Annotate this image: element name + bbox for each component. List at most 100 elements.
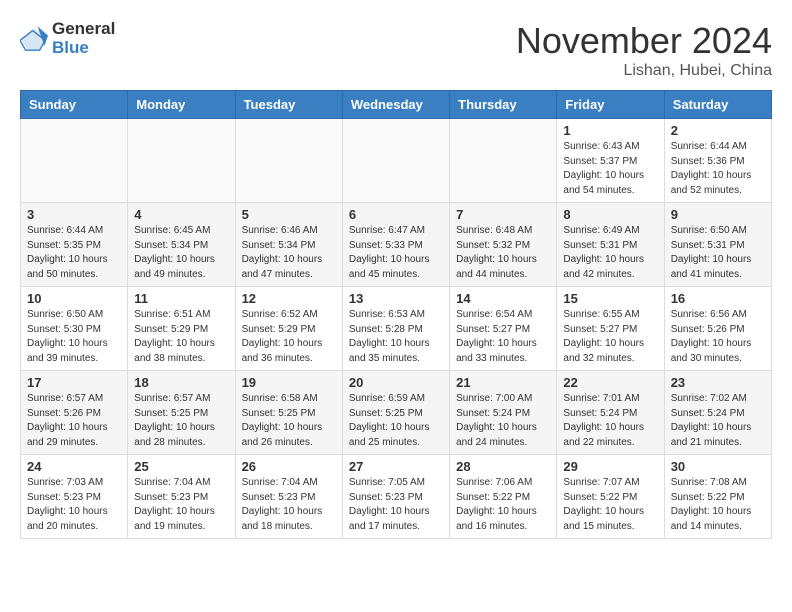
- col-header-saturday: Saturday: [664, 91, 771, 119]
- day-info: Sunrise: 6:57 AMSunset: 5:26 PMDaylight:…: [27, 392, 121, 450]
- day-info: Sunrise: 6:44 AMSunset: 5:35 PMDaylight:…: [27, 224, 121, 282]
- day-info: Sunrise: 7:02 AMSunset: 5:24 PMDaylight:…: [671, 392, 765, 450]
- calendar-cell: 5 Sunrise: 6:46 AMSunset: 5:34 PMDaylight…: [235, 203, 342, 287]
- day-number: 26: [242, 459, 336, 474]
- day-info: Sunrise: 7:04 AMSunset: 5:23 PMDaylight:…: [242, 476, 336, 534]
- day-info: Sunrise: 7:03 AMSunset: 5:23 PMDaylight:…: [27, 476, 121, 534]
- day-number: 1: [563, 123, 657, 138]
- day-number: 19: [242, 375, 336, 390]
- day-number: 29: [563, 459, 657, 474]
- location: Lishan, Hubei, China: [516, 62, 772, 80]
- calendar-cell: 9 Sunrise: 6:50 AMSunset: 5:31 PMDaylight…: [664, 203, 771, 287]
- calendar-cell: 17 Sunrise: 6:57 AMSunset: 5:26 PMDayligh…: [21, 371, 128, 455]
- calendar-cell: [21, 119, 128, 203]
- day-number: 14: [456, 291, 550, 306]
- calendar-cell: 22 Sunrise: 7:01 AMSunset: 5:24 PMDayligh…: [557, 371, 664, 455]
- col-header-friday: Friday: [557, 91, 664, 119]
- day-number: 22: [563, 375, 657, 390]
- calendar-cell: 4 Sunrise: 6:45 AMSunset: 5:34 PMDaylight…: [128, 203, 235, 287]
- day-info: Sunrise: 7:08 AMSunset: 5:22 PMDaylight:…: [671, 476, 765, 534]
- logo-icon: [20, 25, 48, 53]
- day-number: 17: [27, 375, 121, 390]
- day-number: 7: [456, 207, 550, 222]
- day-info: Sunrise: 6:47 AMSunset: 5:33 PMDaylight:…: [349, 224, 443, 282]
- day-info: Sunrise: 6:59 AMSunset: 5:25 PMDaylight:…: [349, 392, 443, 450]
- day-info: Sunrise: 7:07 AMSunset: 5:22 PMDaylight:…: [563, 476, 657, 534]
- calendar-cell: 18Sunrise: 6:57 AMSunset: 5:25 PMDayligh…: [128, 371, 235, 455]
- calendar-week-2: 3 Sunrise: 6:44 AMSunset: 5:35 PMDaylight…: [21, 203, 772, 287]
- logo-blue: Blue: [52, 39, 115, 58]
- day-number: 27: [349, 459, 443, 474]
- day-info: Sunrise: 6:54 AMSunset: 5:27 PMDaylight:…: [456, 308, 550, 366]
- calendar-cell: 27 Sunrise: 7:05 AMSunset: 5:23 PMDayligh…: [342, 455, 449, 539]
- calendar-cell: 21Sunrise: 7:00 AMSunset: 5:24 PMDayligh…: [450, 371, 557, 455]
- col-header-tuesday: Tuesday: [235, 91, 342, 119]
- calendar-cell: 2 Sunrise: 6:44 AMSunset: 5:36 PMDaylight…: [664, 119, 771, 203]
- calendar-cell: 26 Sunrise: 7:04 AMSunset: 5:23 PMDayligh…: [235, 455, 342, 539]
- calendar-week-4: 17 Sunrise: 6:57 AMSunset: 5:26 PMDayligh…: [21, 371, 772, 455]
- col-header-sunday: Sunday: [21, 91, 128, 119]
- day-number: 6: [349, 207, 443, 222]
- calendar-cell: 6 Sunrise: 6:47 AMSunset: 5:33 PMDaylight…: [342, 203, 449, 287]
- day-info: Sunrise: 6:51 AMSunset: 5:29 PMDaylight:…: [134, 308, 228, 366]
- day-number: 2: [671, 123, 765, 138]
- calendar-cell: [450, 119, 557, 203]
- day-info: Sunrise: 6:57 AMSunset: 5:25 PMDaylight:…: [134, 392, 228, 450]
- day-info: Sunrise: 6:46 AMSunset: 5:34 PMDaylight:…: [242, 224, 336, 282]
- calendar-cell: 11Sunrise: 6:51 AMSunset: 5:29 PMDayligh…: [128, 287, 235, 371]
- day-number: 5: [242, 207, 336, 222]
- calendar-cell: 25Sunrise: 7:04 AMSunset: 5:23 PMDayligh…: [128, 455, 235, 539]
- calendar-cell: 1 Sunrise: 6:43 AMSunset: 5:37 PMDaylight…: [557, 119, 664, 203]
- logo-general: General: [52, 20, 115, 39]
- day-info: Sunrise: 6:55 AMSunset: 5:27 PMDaylight:…: [563, 308, 657, 366]
- day-info: Sunrise: 6:43 AMSunset: 5:37 PMDaylight:…: [563, 140, 657, 198]
- day-number: 9: [671, 207, 765, 222]
- calendar-cell: 7 Sunrise: 6:48 AMSunset: 5:32 PMDaylight…: [450, 203, 557, 287]
- day-number: 28: [456, 459, 550, 474]
- calendar-table: SundayMondayTuesdayWednesdayThursdayFrid…: [20, 90, 772, 539]
- calendar-cell: 19 Sunrise: 6:58 AMSunset: 5:25 PMDayligh…: [235, 371, 342, 455]
- day-info: Sunrise: 6:49 AMSunset: 5:31 PMDaylight:…: [563, 224, 657, 282]
- day-number: 16: [671, 291, 765, 306]
- day-number: 15: [563, 291, 657, 306]
- day-info: Sunrise: 6:50 AMSunset: 5:30 PMDaylight:…: [27, 308, 121, 366]
- day-number: 10: [27, 291, 121, 306]
- page-header: General Blue November 2024 Lishan, Hubei…: [20, 20, 772, 80]
- day-info: Sunrise: 7:01 AMSunset: 5:24 PMDaylight:…: [563, 392, 657, 450]
- day-number: 12: [242, 291, 336, 306]
- calendar-cell: [342, 119, 449, 203]
- calendar-cell: [128, 119, 235, 203]
- day-info: Sunrise: 6:50 AMSunset: 5:31 PMDaylight:…: [671, 224, 765, 282]
- title-block: November 2024 Lishan, Hubei, China: [516, 20, 772, 80]
- day-number: 30: [671, 459, 765, 474]
- day-info: Sunrise: 6:53 AMSunset: 5:28 PMDaylight:…: [349, 308, 443, 366]
- calendar-cell: 16 Sunrise: 6:56 AMSunset: 5:26 PMDayligh…: [664, 287, 771, 371]
- calendar-cell: 3 Sunrise: 6:44 AMSunset: 5:35 PMDaylight…: [21, 203, 128, 287]
- day-info: Sunrise: 6:58 AMSunset: 5:25 PMDaylight:…: [242, 392, 336, 450]
- calendar-cell: 12 Sunrise: 6:52 AMSunset: 5:29 PMDayligh…: [235, 287, 342, 371]
- day-number: 3: [27, 207, 121, 222]
- calendar-cell: 30 Sunrise: 7:08 AMSunset: 5:22 PMDayligh…: [664, 455, 771, 539]
- day-info: Sunrise: 6:48 AMSunset: 5:32 PMDaylight:…: [456, 224, 550, 282]
- logo: General Blue: [20, 20, 115, 57]
- day-info: Sunrise: 7:05 AMSunset: 5:23 PMDaylight:…: [349, 476, 443, 534]
- col-header-wednesday: Wednesday: [342, 91, 449, 119]
- day-info: Sunrise: 6:44 AMSunset: 5:36 PMDaylight:…: [671, 140, 765, 198]
- calendar-week-5: 24 Sunrise: 7:03 AMSunset: 5:23 PMDayligh…: [21, 455, 772, 539]
- calendar-week-1: 1 Sunrise: 6:43 AMSunset: 5:37 PMDaylight…: [21, 119, 772, 203]
- calendar-cell: 23Sunrise: 7:02 AMSunset: 5:24 PMDayligh…: [664, 371, 771, 455]
- day-info: Sunrise: 7:00 AMSunset: 5:24 PMDaylight:…: [456, 392, 550, 450]
- day-info: Sunrise: 6:45 AMSunset: 5:34 PMDaylight:…: [134, 224, 228, 282]
- day-number: 4: [134, 207, 228, 222]
- day-info: Sunrise: 6:56 AMSunset: 5:26 PMDaylight:…: [671, 308, 765, 366]
- day-info: Sunrise: 6:52 AMSunset: 5:29 PMDaylight:…: [242, 308, 336, 366]
- calendar-cell: 8Sunrise: 6:49 AMSunset: 5:31 PMDaylight…: [557, 203, 664, 287]
- calendar-cell: 29 Sunrise: 7:07 AMSunset: 5:22 PMDayligh…: [557, 455, 664, 539]
- month-title: November 2024: [516, 20, 772, 62]
- day-number: 24: [27, 459, 121, 474]
- calendar-cell: 20Sunrise: 6:59 AMSunset: 5:25 PMDayligh…: [342, 371, 449, 455]
- calendar-cell: 28Sunrise: 7:06 AMSunset: 5:22 PMDayligh…: [450, 455, 557, 539]
- day-info: Sunrise: 7:04 AMSunset: 5:23 PMDaylight:…: [134, 476, 228, 534]
- calendar-week-3: 10 Sunrise: 6:50 AMSunset: 5:30 PMDayligh…: [21, 287, 772, 371]
- calendar-cell: [235, 119, 342, 203]
